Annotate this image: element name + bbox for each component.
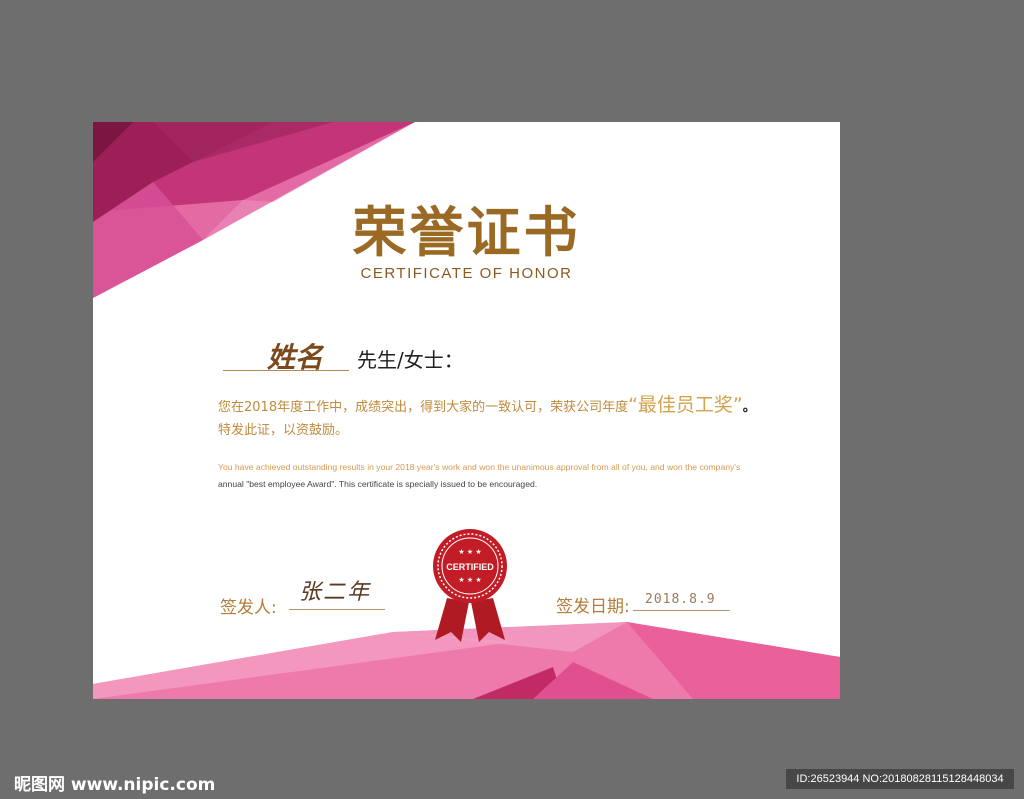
certificate-title: 荣誉证书 [352, 201, 581, 264]
certified-seal-icon: ★ ★ ★ CERTIFIED ★ ★ ★ [433, 529, 507, 642]
image-id-watermark: ID:26523944 NO:20180828115128448034 [786, 769, 1014, 789]
date-label: 签发日期: [556, 597, 630, 617]
signer-signature: 张二年 [299, 580, 372, 605]
body-text-chinese: 您在2018年度工作中，成绩突出，得到大家的一致认可，荣获公司年度“最佳员工奖”… [218, 394, 778, 442]
certificate-subtitle: CERTIFICATE OF HONOR [360, 265, 573, 282]
site-watermark: 昵图网 www.nipic.com [14, 775, 216, 795]
recipient-name: 姓名 [267, 341, 324, 374]
body-en-line2: annual "best employee Award". This certi… [218, 479, 538, 489]
body-en-line1: You have achieved outstanding results in… [218, 462, 741, 472]
certificate: 荣誉证书 CERTIFICATE OF HONOR 姓名 先生/女士： 您在20… [93, 122, 840, 699]
signer-label: 签发人: [220, 598, 277, 618]
svg-text:★ ★ ★: ★ ★ ★ [458, 548, 481, 556]
salutation: 先生/女士： [357, 348, 464, 372]
body-cn-tail: 。 [742, 400, 756, 415]
body-text-english: You have achieved outstanding results in… [218, 459, 758, 493]
date-underline [633, 610, 730, 611]
body-cn-line1: 您在2018年度工作中，成绩突出，得到大家的一致认可，荣获公司年度 [218, 400, 629, 415]
issue-date: 2018.8.9 [645, 592, 716, 607]
signer-underline [289, 609, 385, 610]
body-cn-line2: 特发此证，以资鼓励。 [218, 423, 349, 438]
svg-text:★ ★ ★: ★ ★ ★ [458, 576, 481, 584]
award-name: “最佳员工奖” [628, 394, 743, 416]
seal-text: CERTIFIED [446, 562, 494, 572]
